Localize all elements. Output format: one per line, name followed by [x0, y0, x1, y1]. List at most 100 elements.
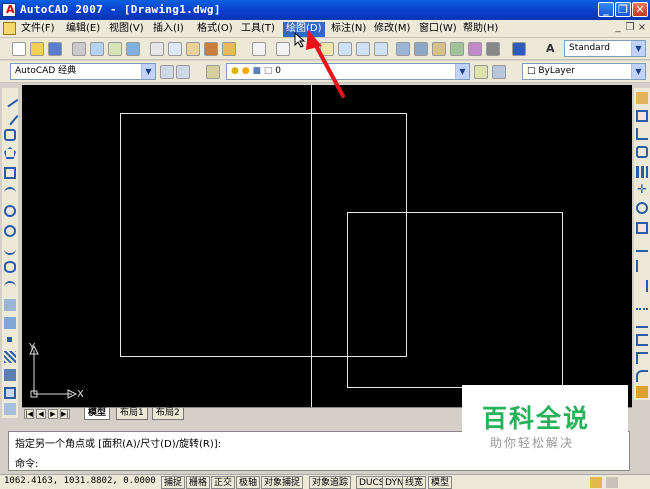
- trim-icon[interactable]: [636, 260, 648, 272]
- 3d-dwf-icon[interactable]: [126, 42, 140, 56]
- properties-icon[interactable]: [396, 42, 410, 56]
- help-icon[interactable]: [512, 42, 526, 56]
- last-tab-button[interactable]: ▶|: [60, 409, 70, 419]
- menu-file[interactable]: 文件(F): [18, 22, 58, 37]
- layer-previous-icon[interactable]: [492, 65, 506, 79]
- gradient-icon[interactable]: [4, 369, 16, 381]
- explode-icon[interactable]: [636, 386, 648, 398]
- save-icon[interactable]: [48, 42, 62, 56]
- make-block-icon[interactable]: [4, 317, 16, 329]
- paste-icon[interactable]: [186, 42, 200, 56]
- lock-icon[interactable]: [590, 477, 602, 488]
- array-icon[interactable]: [636, 166, 648, 178]
- menu-modify[interactable]: 修改(M): [371, 22, 413, 37]
- autocad-app-icon[interactable]: [2, 3, 16, 17]
- open-icon[interactable]: [30, 42, 44, 56]
- tab-layout2[interactable]: 布局2: [152, 408, 184, 420]
- cut-icon[interactable]: [150, 42, 164, 56]
- layer-select[interactable]: ● ● ■ □ 0 ▼: [226, 63, 470, 80]
- lineweight-toggle[interactable]: 线宽: [402, 476, 427, 489]
- new-icon[interactable]: [12, 42, 26, 56]
- preview-icon[interactable]: [90, 42, 104, 56]
- make-layer-current-icon[interactable]: [474, 65, 488, 79]
- tray-settings-icon[interactable]: [606, 477, 618, 488]
- menu-tools[interactable]: 工具(T): [238, 22, 278, 37]
- snap-toggle[interactable]: 捕捉: [161, 476, 186, 489]
- circle-icon[interactable]: [4, 205, 16, 217]
- zoom-realtime-icon[interactable]: [338, 42, 352, 56]
- design-center-icon[interactable]: [414, 42, 428, 56]
- redo-icon[interactable]: [276, 42, 290, 56]
- tab-layout1[interactable]: 布局1: [116, 408, 148, 420]
- next-tab-button[interactable]: ▶: [48, 409, 58, 419]
- stretch-icon[interactable]: [636, 240, 648, 252]
- extend-icon[interactable]: [636, 280, 648, 292]
- restore-button[interactable]: ❐: [615, 2, 631, 17]
- document-icon[interactable]: [3, 22, 16, 35]
- workspace-settings-icon[interactable]: [160, 65, 174, 79]
- rotate-icon[interactable]: [636, 202, 648, 214]
- erase-icon[interactable]: [636, 92, 648, 104]
- grid-toggle[interactable]: 栅格: [186, 476, 211, 489]
- polyline-icon[interactable]: [4, 129, 16, 141]
- undo-icon[interactable]: [252, 42, 266, 56]
- publish-icon[interactable]: [108, 42, 122, 56]
- line-icon[interactable]: [1, 90, 19, 108]
- insert-block-icon[interactable]: [4, 299, 16, 311]
- prev-tab-button[interactable]: ◀: [36, 409, 46, 419]
- save-workspace-icon[interactable]: [176, 65, 190, 79]
- otrack-toggle[interactable]: 对象追踪: [309, 476, 352, 489]
- scale-icon[interactable]: [636, 222, 648, 234]
- region-icon[interactable]: [4, 387, 16, 399]
- doc-close-button[interactable]: ×: [637, 23, 647, 34]
- drawing-area[interactable]: Y X: [22, 85, 632, 408]
- workspace-select[interactable]: AutoCAD 经典 ▼: [10, 63, 156, 80]
- move-icon[interactable]: ✛: [636, 183, 648, 196]
- menu-format[interactable]: 格式(O): [194, 22, 236, 37]
- first-tab-button[interactable]: |◀: [24, 409, 34, 419]
- command-prompt[interactable]: 命令:: [15, 455, 38, 470]
- rectangle-icon[interactable]: [4, 167, 16, 179]
- ellipse-arc-icon[interactable]: [4, 281, 16, 293]
- block-editor-icon[interactable]: [222, 42, 236, 56]
- model-toggle[interactable]: 模型: [428, 476, 453, 489]
- drawn-rectangle[interactable]: [347, 212, 563, 388]
- osnap-toggle[interactable]: 对象捕捉: [261, 476, 304, 489]
- fillet-icon[interactable]: [636, 370, 648, 382]
- revision-cloud-icon[interactable]: [4, 225, 16, 237]
- calculator-icon[interactable]: [486, 42, 500, 56]
- zoom-previous-icon[interactable]: [374, 42, 388, 56]
- mirror-icon[interactable]: [636, 128, 648, 140]
- tool-palettes-icon[interactable]: [432, 42, 446, 56]
- text-style-select[interactable]: Standard ▼: [564, 40, 646, 57]
- point-icon[interactable]: [7, 337, 12, 342]
- sheet-set-icon[interactable]: [450, 42, 464, 56]
- menu-view[interactable]: 视图(V): [106, 22, 147, 37]
- menu-dimension[interactable]: 标注(N): [328, 22, 369, 37]
- polar-toggle[interactable]: 极轴: [236, 476, 261, 489]
- spline-icon[interactable]: [4, 243, 16, 255]
- table-icon[interactable]: [4, 403, 16, 415]
- polygon-icon[interactable]: [4, 147, 16, 159]
- break-icon[interactable]: [636, 316, 648, 328]
- pan-icon[interactable]: [320, 42, 334, 56]
- close-button[interactable]: ✕: [632, 2, 648, 17]
- menu-edit[interactable]: 编辑(E): [63, 22, 103, 37]
- chamfer-icon[interactable]: [636, 352, 648, 364]
- ortho-toggle[interactable]: 正交: [211, 476, 236, 489]
- color-select[interactable]: □ ByLayer ▼: [522, 63, 646, 80]
- doc-restore-button[interactable]: ❐: [625, 23, 635, 34]
- tab-model[interactable]: 模型: [84, 408, 111, 420]
- layer-icon[interactable]: [206, 65, 220, 79]
- offset-icon[interactable]: [636, 146, 648, 158]
- copy-object-icon[interactable]: [636, 110, 648, 122]
- menu-insert[interactable]: 插入(I): [150, 22, 187, 37]
- join-icon[interactable]: [636, 334, 648, 346]
- markup-icon[interactable]: [468, 42, 482, 56]
- match-properties-icon[interactable]: [204, 42, 218, 56]
- ellipse-icon[interactable]: [4, 261, 16, 273]
- print-icon[interactable]: [72, 42, 86, 56]
- minimize-button[interactable]: _: [598, 2, 614, 17]
- menu-window[interactable]: 窗口(W): [416, 22, 460, 37]
- arc-icon[interactable]: [4, 187, 16, 199]
